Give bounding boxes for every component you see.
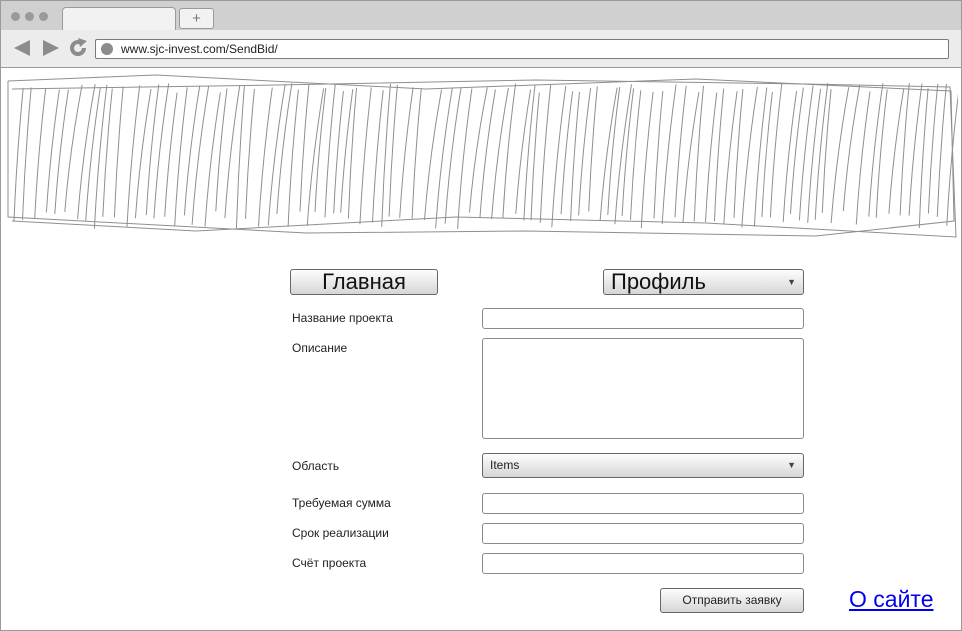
chevron-down-icon: ▼: [787, 460, 796, 470]
window-dot-icon[interactable]: [39, 12, 48, 21]
window-dot-icon[interactable]: [25, 12, 34, 21]
about-link[interactable]: О сайте: [849, 586, 934, 613]
term-label: Срок реализации: [292, 526, 389, 540]
profile-dropdown-value: Профиль: [611, 269, 706, 294]
term-input[interactable]: [482, 523, 804, 544]
amount-input[interactable]: [482, 493, 804, 514]
chevron-down-icon: ▼: [787, 277, 796, 287]
forward-arrow-icon[interactable]: [41, 38, 61, 58]
project-name-label: Название проекта: [292, 311, 393, 325]
amount-label: Требуемая сумма: [292, 496, 391, 510]
area-select-value: Items: [490, 458, 520, 472]
back-arrow-icon[interactable]: [12, 38, 32, 58]
account-input[interactable]: [482, 553, 804, 574]
profile-dropdown[interactable]: Профиль ▼: [603, 269, 804, 295]
area-label: Область: [292, 459, 340, 473]
address-bar[interactable]: www.sjc-invest.com/SendBid/: [95, 39, 949, 59]
browser-tab[interactable]: [62, 7, 176, 30]
address-url: www.sjc-invest.com/SendBid/: [121, 42, 278, 56]
description-label: Описание: [292, 341, 348, 355]
browser-window: + www.sjc-invest.com/SendBid/ Главная Пр…: [0, 0, 962, 631]
project-name-input[interactable]: [482, 308, 804, 329]
reload-icon[interactable]: [68, 38, 88, 58]
site-info-icon[interactable]: [101, 43, 113, 55]
tab-bar: +: [1, 1, 961, 30]
new-tab-button[interactable]: +: [179, 8, 214, 29]
account-label: Счёт проекта: [292, 556, 367, 570]
home-button[interactable]: Главная: [290, 269, 438, 295]
area-select[interactable]: Items ▼: [482, 453, 804, 478]
banner-image-placeholder: [7, 74, 958, 238]
description-textarea[interactable]: [482, 338, 804, 439]
navigation-bar: www.sjc-invest.com/SendBid/: [1, 30, 961, 68]
submit-bid-button[interactable]: Отправить заявку: [660, 588, 804, 613]
window-dot-icon[interactable]: [11, 12, 20, 21]
